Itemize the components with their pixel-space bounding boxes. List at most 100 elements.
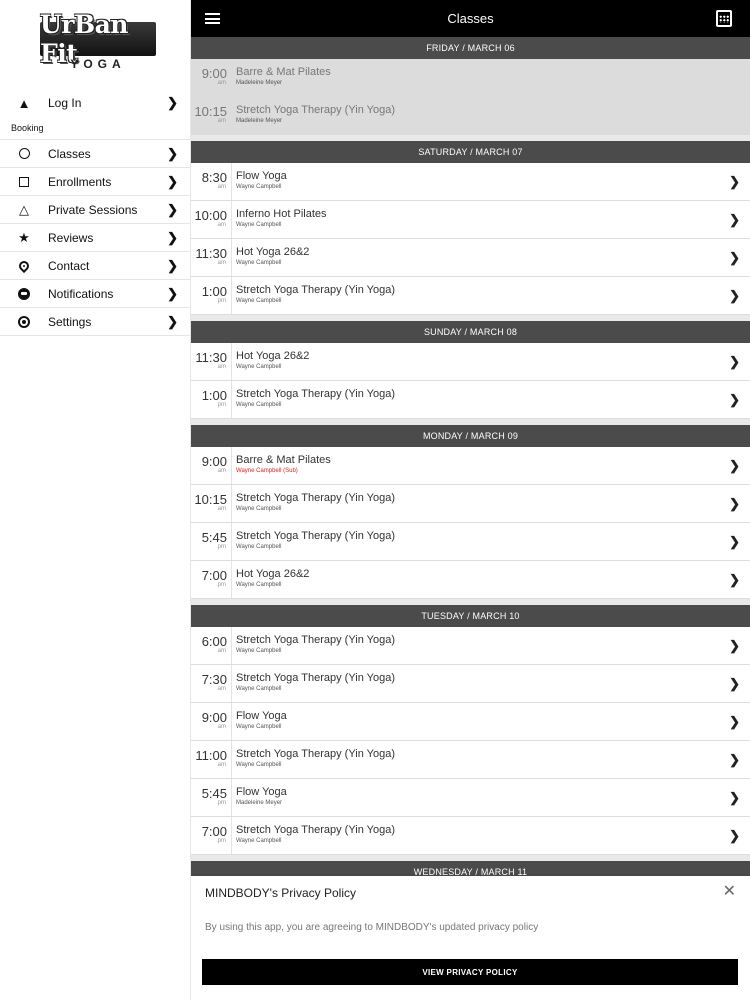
- sidebar-item-label: Notifications: [48, 286, 114, 301]
- class-ampm: am: [217, 260, 226, 266]
- class-row[interactable]: 7:30 am Stretch Yoga Therapy (Yin Yoga) Way…: [191, 665, 750, 703]
- sidebar-item-label: Reviews: [48, 230, 94, 245]
- class-row[interactable]: 10:00 am Inferno Hot Pilates Wayne Campbell…: [191, 201, 750, 239]
- class-time: 10:00: [194, 208, 227, 223]
- class-instructor: Madeleine Meyer: [236, 118, 283, 124]
- class-ampm: am: [217, 468, 226, 474]
- class-instructor: Wayne Campbell: [236, 762, 282, 768]
- class-name: Flow Yoga: [236, 170, 287, 182]
- divider: [231, 665, 232, 702]
- close-icon[interactable]: ✕: [723, 884, 736, 900]
- chevron-right-icon: ❯: [729, 828, 740, 843]
- class-name: Stretch Yoga Therapy (Yin Yoga): [236, 104, 396, 116]
- day-header: MONDAY / MARCH 09: [191, 425, 750, 447]
- sidebar-item-notifications[interactable]: Notifications ❯: [0, 280, 190, 308]
- class-row[interactable]: 5:45 pm Stretch Yoga Therapy (Yin Yoga) Way…: [191, 523, 750, 561]
- class-row[interactable]: 10:15 am Stretch Yoga Therapy (Yin Yoga) Wa…: [191, 485, 750, 523]
- class-row[interactable]: 11:30 am Hot Yoga 26&2 Wayne Campbell ❯: [191, 343, 750, 381]
- class-instructor: Wayne Campbell: [236, 364, 282, 370]
- class-row[interactable]: 9:00 am Flow Yoga Wayne Campbell ❯: [191, 703, 750, 741]
- chevron-right-icon: ❯: [167, 173, 178, 189]
- sidebar-item-label: Classes: [48, 146, 91, 161]
- class-instructor: Wayne Campbell: [236, 648, 282, 654]
- privacy-policy-banner: MINDBODY's Privacy Policy ✕ By using thi…: [191, 876, 750, 1000]
- class-ampm: am: [217, 648, 226, 654]
- class-row[interactable]: 1:00 pm Stretch Yoga Therapy (Yin Yoga) Way…: [191, 381, 750, 419]
- class-name: Barre & Mat Pilates: [236, 66, 331, 78]
- chevron-right-icon: ❯: [729, 392, 740, 407]
- class-name: Stretch Yoga Therapy (Yin Yoga): [236, 492, 396, 504]
- class-ampm: pm: [217, 838, 226, 844]
- class-time: 9:00: [201, 710, 227, 725]
- sidebar-item-private-sessions[interactable]: △ Private Sessions ❯: [0, 196, 190, 224]
- sidebar-item-reviews[interactable]: ★ Reviews ❯: [0, 224, 190, 252]
- class-instructor: Wayne Campbell: [236, 298, 282, 304]
- class-name: Inferno Hot Pilates: [236, 208, 327, 220]
- class-time: 5:45: [201, 530, 227, 545]
- class-name: Stretch Yoga Therapy (Yin Yoga): [236, 530, 396, 542]
- class-schedule-list[interactable]: FRIDAY / MARCH 06 9:00 am Barre & Mat Pilat…: [191, 37, 750, 883]
- chevron-right-icon: ❯: [729, 212, 740, 227]
- logo-subtitle: YOGA: [70, 57, 126, 71]
- divider: [231, 163, 232, 200]
- class-ampm: am: [217, 762, 226, 768]
- class-ampm: am: [217, 222, 226, 228]
- location-pin-icon: [16, 258, 32, 273]
- gear-icon: [17, 315, 31, 329]
- class-time: 7:00: [201, 568, 227, 583]
- calendar-icon[interactable]: [716, 10, 732, 27]
- divider: [231, 561, 232, 598]
- sidebar-item-label: Settings: [48, 314, 92, 329]
- class-row[interactable]: 11:30 am Hot Yoga 26&2 Wayne Campbell ❯: [191, 239, 750, 277]
- class-row[interactable]: 8:30 am Flow Yoga Wayne Campbell ❯: [191, 163, 750, 201]
- class-row: 10:15 am Stretch Yoga Therapy (Yin Yoga) Ma…: [191, 97, 750, 135]
- chevron-right-icon: ❯: [729, 174, 740, 189]
- class-ampm: am: [217, 364, 226, 370]
- view-privacy-policy-button[interactable]: VIEW PRIVACY POLICY: [202, 959, 738, 985]
- chevron-right-icon: ❯: [167, 95, 178, 110]
- class-time: 8:30: [201, 170, 227, 185]
- sidebar-item-classes[interactable]: Classes ❯: [0, 140, 190, 168]
- divider: [231, 703, 232, 740]
- chevron-right-icon: ❯: [167, 145, 178, 161]
- day-header: FRIDAY / MARCH 06: [191, 37, 750, 59]
- class-row[interactable]: 11:00 am Stretch Yoga Therapy (Yin Yoga) Wa…: [191, 741, 750, 779]
- booking-section-label: Booking: [0, 116, 190, 140]
- class-ampm: am: [217, 184, 226, 190]
- chevron-right-icon: ❯: [729, 714, 740, 729]
- sidebar-item-login[interactable]: ▲ Log In ❯: [0, 90, 190, 116]
- class-row[interactable]: 5:45 pm Flow Yoga Madeleine Meyer ❯: [191, 779, 750, 817]
- class-name: Hot Yoga 26&2: [236, 350, 310, 362]
- class-time: 1:00: [201, 388, 227, 403]
- class-time: 7:00: [201, 824, 227, 839]
- class-instructor: Wayne Campbell: [236, 686, 282, 692]
- class-row[interactable]: 6:00 am Stretch Yoga Therapy (Yin Yoga) Way…: [191, 627, 750, 665]
- chevron-right-icon: ❯: [167, 313, 178, 329]
- chevron-right-icon: ❯: [729, 790, 740, 805]
- day-header: SUNDAY / MARCH 08: [191, 321, 750, 343]
- class-instructor: Wayne Campbell: [236, 260, 282, 266]
- star-icon: ★: [18, 229, 30, 245]
- class-instructor: Wayne Campbell: [236, 402, 282, 408]
- class-time: 11:30: [195, 350, 227, 365]
- privacy-title: MINDBODY's Privacy Policy: [205, 886, 356, 900]
- chat-bubble-icon: [17, 287, 31, 301]
- divider: [231, 741, 232, 778]
- chevron-right-icon: ❯: [729, 638, 740, 653]
- class-instructor: Wayne Campbell: [236, 582, 282, 588]
- classes-panel: Classes FRIDAY / MARCH 06 9:00 am Barre & M…: [191, 0, 750, 1000]
- sidebar-item-enrollments[interactable]: Enrollments ❯: [0, 168, 190, 196]
- class-instructor: Wayne Campbell: [236, 506, 282, 512]
- sidebar-item-contact[interactable]: Contact ❯: [0, 252, 190, 280]
- chevron-right-icon: ❯: [729, 572, 740, 587]
- chevron-right-icon: ❯: [729, 458, 740, 473]
- sidebar-item-settings[interactable]: Settings ❯: [0, 308, 190, 336]
- urban-fit-yoga-logo: UrBan Fit YOGA: [0, 0, 190, 88]
- class-row[interactable]: 7:00 pm Hot Yoga 26&2 Wayne Campbell ❯: [191, 561, 750, 599]
- class-row[interactable]: 9:00 am Barre & Mat Pilates Wayne Campbell …: [191, 447, 750, 485]
- class-row[interactable]: 7:00 pm Stretch Yoga Therapy (Yin Yoga) Way…: [191, 817, 750, 855]
- class-instructor: Wayne Campbell: [236, 544, 282, 550]
- class-ampm: pm: [217, 402, 226, 408]
- class-ampm: am: [217, 80, 226, 86]
- class-row[interactable]: 1:00 pm Stretch Yoga Therapy (Yin Yoga) Way…: [191, 277, 750, 315]
